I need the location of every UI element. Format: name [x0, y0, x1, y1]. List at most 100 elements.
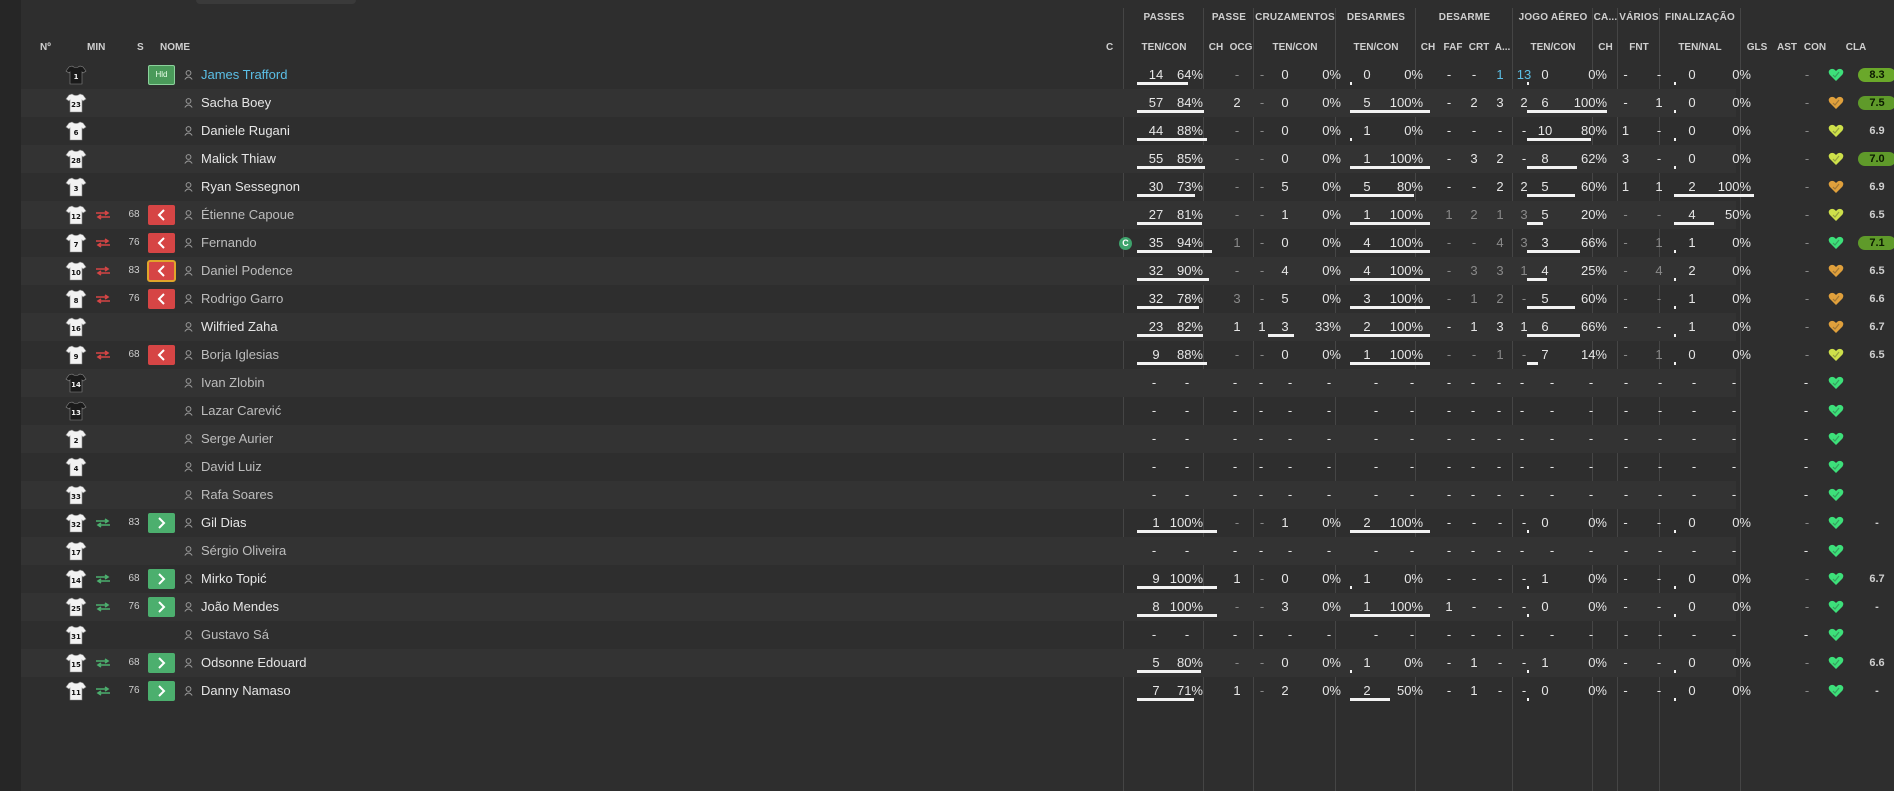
- substituted-on-button[interactable]: [148, 569, 175, 589]
- header-passe-ocg[interactable]: OCG: [1228, 42, 1254, 53]
- header-final-ten-nal[interactable]: TEN/NAL: [1660, 42, 1740, 53]
- substituted-off-button[interactable]: [148, 233, 175, 253]
- header-gls[interactable]: GLS: [1742, 42, 1772, 53]
- top-scroll-tab[interactable]: [196, 0, 356, 4]
- player-name-link[interactable]: Fernando: [201, 229, 257, 257]
- player-name-link[interactable]: Sacha Boey: [201, 89, 271, 117]
- table-row[interactable]: 10 83 Daniel Podence 32 90% - -4 0% 4 100% -3 3 1 4 25…: [21, 257, 1885, 285]
- player-name-link[interactable]: Malick Thiaw: [201, 145, 276, 173]
- player-name-link[interactable]: Danny Namaso: [201, 677, 291, 705]
- header-ast[interactable]: AST: [1772, 42, 1802, 53]
- table-row[interactable]: 28 Malick Thiaw 55 85% - -0 0% 1 100% -3 2-8 62% 3-0…: [21, 145, 1894, 173]
- player-name-link[interactable]: Daniele Rugani: [201, 117, 290, 145]
- player-name-link[interactable]: Gustavo Sá: [201, 621, 269, 649]
- header-number[interactable]: Nº: [40, 42, 51, 53]
- shots-on-target: 0%: [1732, 683, 1751, 698]
- player-name-link[interactable]: Sérgio Oliveira: [201, 537, 286, 565]
- group-finalizacao[interactable]: FINALIZAÇÃO: [1660, 12, 1740, 23]
- header-desarmes-ten-con[interactable]: TEN/CON: [1336, 42, 1416, 53]
- status-held-badge[interactable]: Hld: [148, 65, 175, 85]
- player-name-link[interactable]: Rafa Soares: [201, 481, 273, 509]
- player-name-link[interactable]: Lazar Carević: [201, 397, 281, 425]
- group-varios[interactable]: VÁRIOS: [1618, 12, 1660, 23]
- header-ca-ch[interactable]: CH: [1593, 42, 1618, 53]
- tackles-attempted: 1: [1363, 571, 1371, 586]
- player-name-link[interactable]: Gil Dias: [201, 509, 247, 537]
- group-desarmes[interactable]: DESARMES: [1336, 12, 1416, 23]
- header-s[interactable]: S: [137, 42, 144, 53]
- group-passes[interactable]: PASSES: [1124, 12, 1204, 23]
- header-con[interactable]: CON: [1800, 42, 1830, 53]
- player-name-link[interactable]: Rodrigo Garro: [201, 285, 283, 313]
- substituted-on-button[interactable]: [148, 597, 175, 617]
- empty-stat-value: -: [1731, 431, 1737, 446]
- table-row[interactable]: 3 Ryan Sessegnon 30 73% - -5 0% 5 80% - -2 2 5 60% 1 1 2…: [21, 173, 1885, 201]
- group-desarme[interactable]: DESARME: [1416, 12, 1513, 23]
- header-c[interactable]: C: [1106, 42, 1113, 53]
- player-name-link[interactable]: David Luiz: [201, 453, 262, 481]
- table-row[interactable]: 2 Serge Aurier - - - - - - - - - - - - - - - - - - -: [21, 425, 1844, 453]
- header-nome[interactable]: NOME: [160, 42, 190, 53]
- group-passe[interactable]: PASSE: [1204, 12, 1254, 23]
- chevron-left-icon: [157, 349, 165, 361]
- table-row[interactable]: 15 68 Odsonne Edouard 5 80% - -0 0% 1 0% -1- -1 0% - -…: [21, 649, 1885, 677]
- header-passe-ch[interactable]: CH: [1204, 42, 1228, 53]
- table-row[interactable]: 6 Daniele Rugani 44 88% - -0 0% 1 0% - - - -10 80% 1-0…: [21, 117, 1885, 145]
- table-row[interactable]: 33 Rafa Soares - - - - - - - - - - - - - - - - - - -: [21, 481, 1844, 509]
- player-name-link[interactable]: Odsonne Edouard: [201, 649, 307, 677]
- table-row[interactable]: 32 83 Gil Dias 1 100% - -1 0% 2 100% - - - -0 0% - -0 0% -…: [21, 509, 1879, 537]
- table-row[interactable]: 8 76 Rodrigo Garro 32 78% 3-5 0% 3 100% -1 2-5 60% -…: [21, 285, 1885, 313]
- header-desarme-ch[interactable]: CH: [1416, 42, 1440, 53]
- header-cruz-ten-con[interactable]: TEN/CON: [1254, 42, 1336, 53]
- table-row[interactable]: 16 Wilfried Zaha 23 82% 1 1 3 33% 2 100% -1 3 1 6 66% -…: [21, 313, 1885, 341]
- table-row[interactable]: 12 68 Étienne Capoue 27 81% - -1 0% 1 100% 1 2 1 3 5 20…: [21, 201, 1885, 229]
- table-row[interactable]: 23 Sacha Boey 57 84% 2-0 0% 5 100% -2 3 2 6 100% -1 0 0…: [21, 89, 1894, 117]
- player-name-link[interactable]: James Trafford: [201, 61, 287, 89]
- player-name-link[interactable]: Daniel Podence: [201, 257, 293, 285]
- table-row[interactable]: 4 David Luiz - - - - - - - - - - - - - - - - - - -: [21, 453, 1844, 481]
- aerial-completion-bar: [1527, 82, 1529, 85]
- substituted-on-button[interactable]: [148, 681, 175, 701]
- group-ca[interactable]: CA...: [1593, 12, 1618, 23]
- player-name-link[interactable]: Ryan Sessegnon: [201, 173, 300, 201]
- empty-stat-value: -: [1623, 403, 1629, 418]
- table-row[interactable]: 25 76 João Mendes 8 100% - -3 0% 1 100% 1- - -0 0% - -0…: [21, 593, 1879, 621]
- substituted-off-button[interactable]: [148, 345, 175, 365]
- table-row[interactable]: 14 68 Mirko Topić 9 100% 1-0 0% 1 0% - - - -1 0% - -0 0%…: [21, 565, 1885, 593]
- empty-stat-value: -: [1470, 459, 1476, 474]
- player-name-link[interactable]: Étienne Capoue: [201, 201, 294, 229]
- table-row[interactable]: 7 76 Fernando C 35 94% 1-0 0% 4 100% - -4 3 3 66% -1 1 0%…: [21, 229, 1894, 257]
- header-cla[interactable]: CLA: [1836, 42, 1876, 53]
- header-desarme-crt[interactable]: CRT: [1466, 42, 1492, 53]
- player-name-link[interactable]: Serge Aurier: [201, 425, 273, 453]
- header-varios-fnt[interactable]: FNT: [1618, 42, 1660, 53]
- tackles-completion-bar: [1350, 278, 1430, 281]
- header-aereo-ten-con[interactable]: TEN/CON: [1513, 42, 1593, 53]
- table-row[interactable]: 13 Lazar Carević - - - - - - - - - - - - - - - - - - -: [21, 397, 1844, 425]
- table-row[interactable]: 14 Ivan Zlobin - - - - - - - - - - - - - - - - - - -: [21, 369, 1844, 397]
- assists: -: [1804, 123, 1810, 138]
- substituted-on-button[interactable]: [148, 513, 175, 533]
- player-name-link[interactable]: Ivan Zlobin: [201, 369, 265, 397]
- header-desarme-faf[interactable]: FAF: [1440, 42, 1466, 53]
- table-row[interactable]: 9 68 Borja Iglesias 9 88% - -0 0% 1 100% - -1-7 14% -…: [21, 341, 1885, 369]
- player-name-link[interactable]: Borja Iglesias: [201, 341, 279, 369]
- table-row[interactable]: 31 Gustavo Sá - - - - - - - - - - - - - - - - - - -: [21, 621, 1844, 649]
- header-desarme-a[interactable]: A...: [1492, 42, 1513, 53]
- player-name-link[interactable]: João Mendes: [201, 593, 279, 621]
- player-name-link[interactable]: Mirko Topić: [201, 565, 267, 593]
- substituted-off-button[interactable]: [148, 289, 175, 309]
- empty-stat-value: -: [1326, 543, 1332, 558]
- substituted-off-button[interactable]: [147, 260, 176, 282]
- group-cruzamentos[interactable]: CRUZAMENTOS: [1254, 12, 1336, 23]
- header-min[interactable]: MIN: [87, 42, 105, 53]
- substituted-on-button[interactable]: [148, 653, 175, 673]
- header-passes-ten-con[interactable]: TEN/CON: [1124, 42, 1204, 53]
- passe-ocg: -: [1259, 67, 1265, 82]
- player-name-link[interactable]: Wilfried Zaha: [201, 313, 278, 341]
- table-row[interactable]: 17 Sérgio Oliveira - - - - - - - - - - - - - - - - - - -: [21, 537, 1844, 565]
- table-row[interactable]: 11 76 Danny Namaso 7 71% 1-2 0% 2 50% -1- -0 0% - -0 0…: [21, 677, 1879, 705]
- table-row[interactable]: 1 Hld James Trafford 14 64% - -0 0% 0 0% - -1 13 0 0% -…: [21, 61, 1894, 89]
- substituted-off-button[interactable]: [148, 205, 175, 225]
- group-jogo-aereo[interactable]: JOGO AÉREO: [1513, 12, 1593, 23]
